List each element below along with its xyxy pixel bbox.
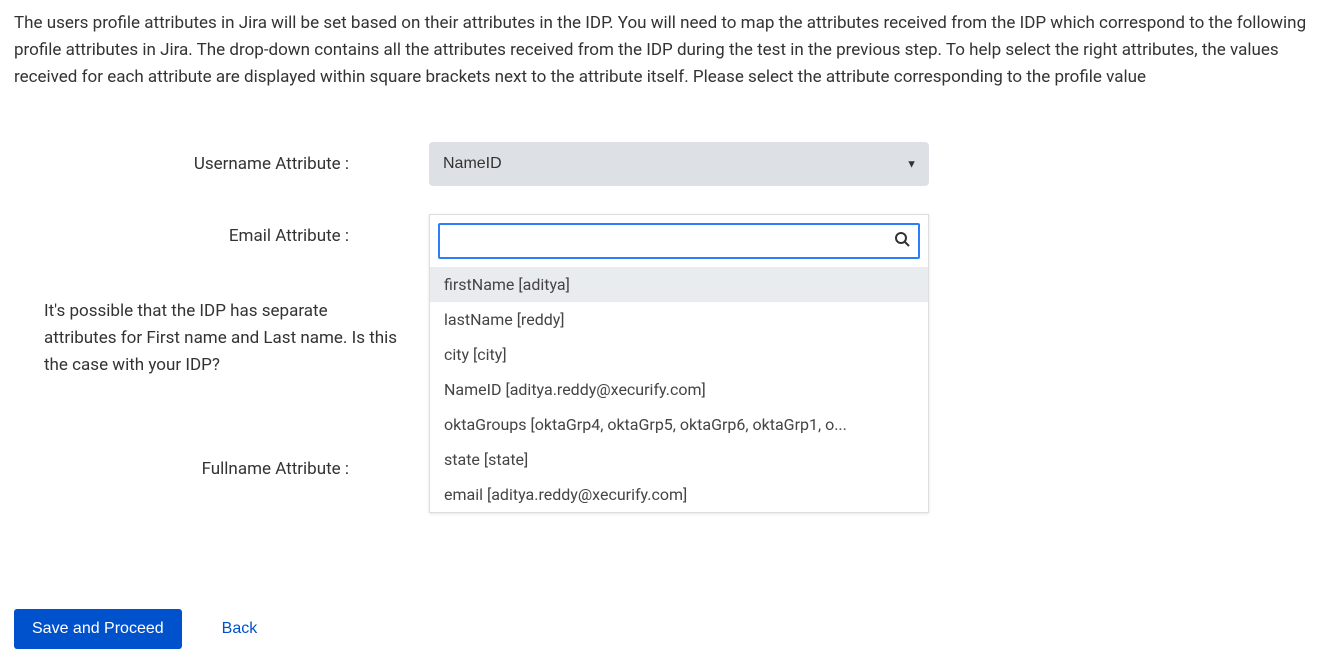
username-select[interactable]: NameID <box>429 142 929 186</box>
email-dropdown-panel: firstName [aditya] lastName [reddy] city… <box>429 214 929 513</box>
fullname-label: Fullname Attribute : <box>14 459 429 479</box>
username-label: Username Attribute : <box>14 154 429 174</box>
dropdown-list[interactable]: firstName [aditya] lastName [reddy] city… <box>430 267 928 512</box>
search-icon <box>894 231 910 251</box>
intro-text: The users profile attributes in Jira wil… <box>14 10 1324 92</box>
dropdown-search-input[interactable] <box>438 223 920 259</box>
dropdown-option[interactable]: email [aditya.reddy@xecurify.com] <box>430 477 928 512</box>
dropdown-option[interactable]: NameID [aditya.reddy@xecurify.com] <box>430 372 928 407</box>
separate-names-question: It's possible that the IDP has separate … <box>14 298 429 380</box>
email-label: Email Attribute : <box>14 226 429 246</box>
back-button[interactable]: Back <box>222 620 258 638</box>
dropdown-option[interactable]: city [city] <box>430 337 928 372</box>
dropdown-option[interactable]: state [state] <box>430 442 928 477</box>
dropdown-option[interactable]: lastName [reddy] <box>430 302 928 337</box>
dropdown-option[interactable]: firstName [aditya] <box>430 267 928 302</box>
button-row: Save and Proceed Back <box>14 609 1326 649</box>
save-and-proceed-button[interactable]: Save and Proceed <box>14 609 182 649</box>
username-row: Username Attribute : NameID ▼ <box>14 142 1326 186</box>
dropdown-option[interactable]: oktaGroups [oktaGrp4, oktaGrp5, oktaGrp6… <box>430 407 928 442</box>
